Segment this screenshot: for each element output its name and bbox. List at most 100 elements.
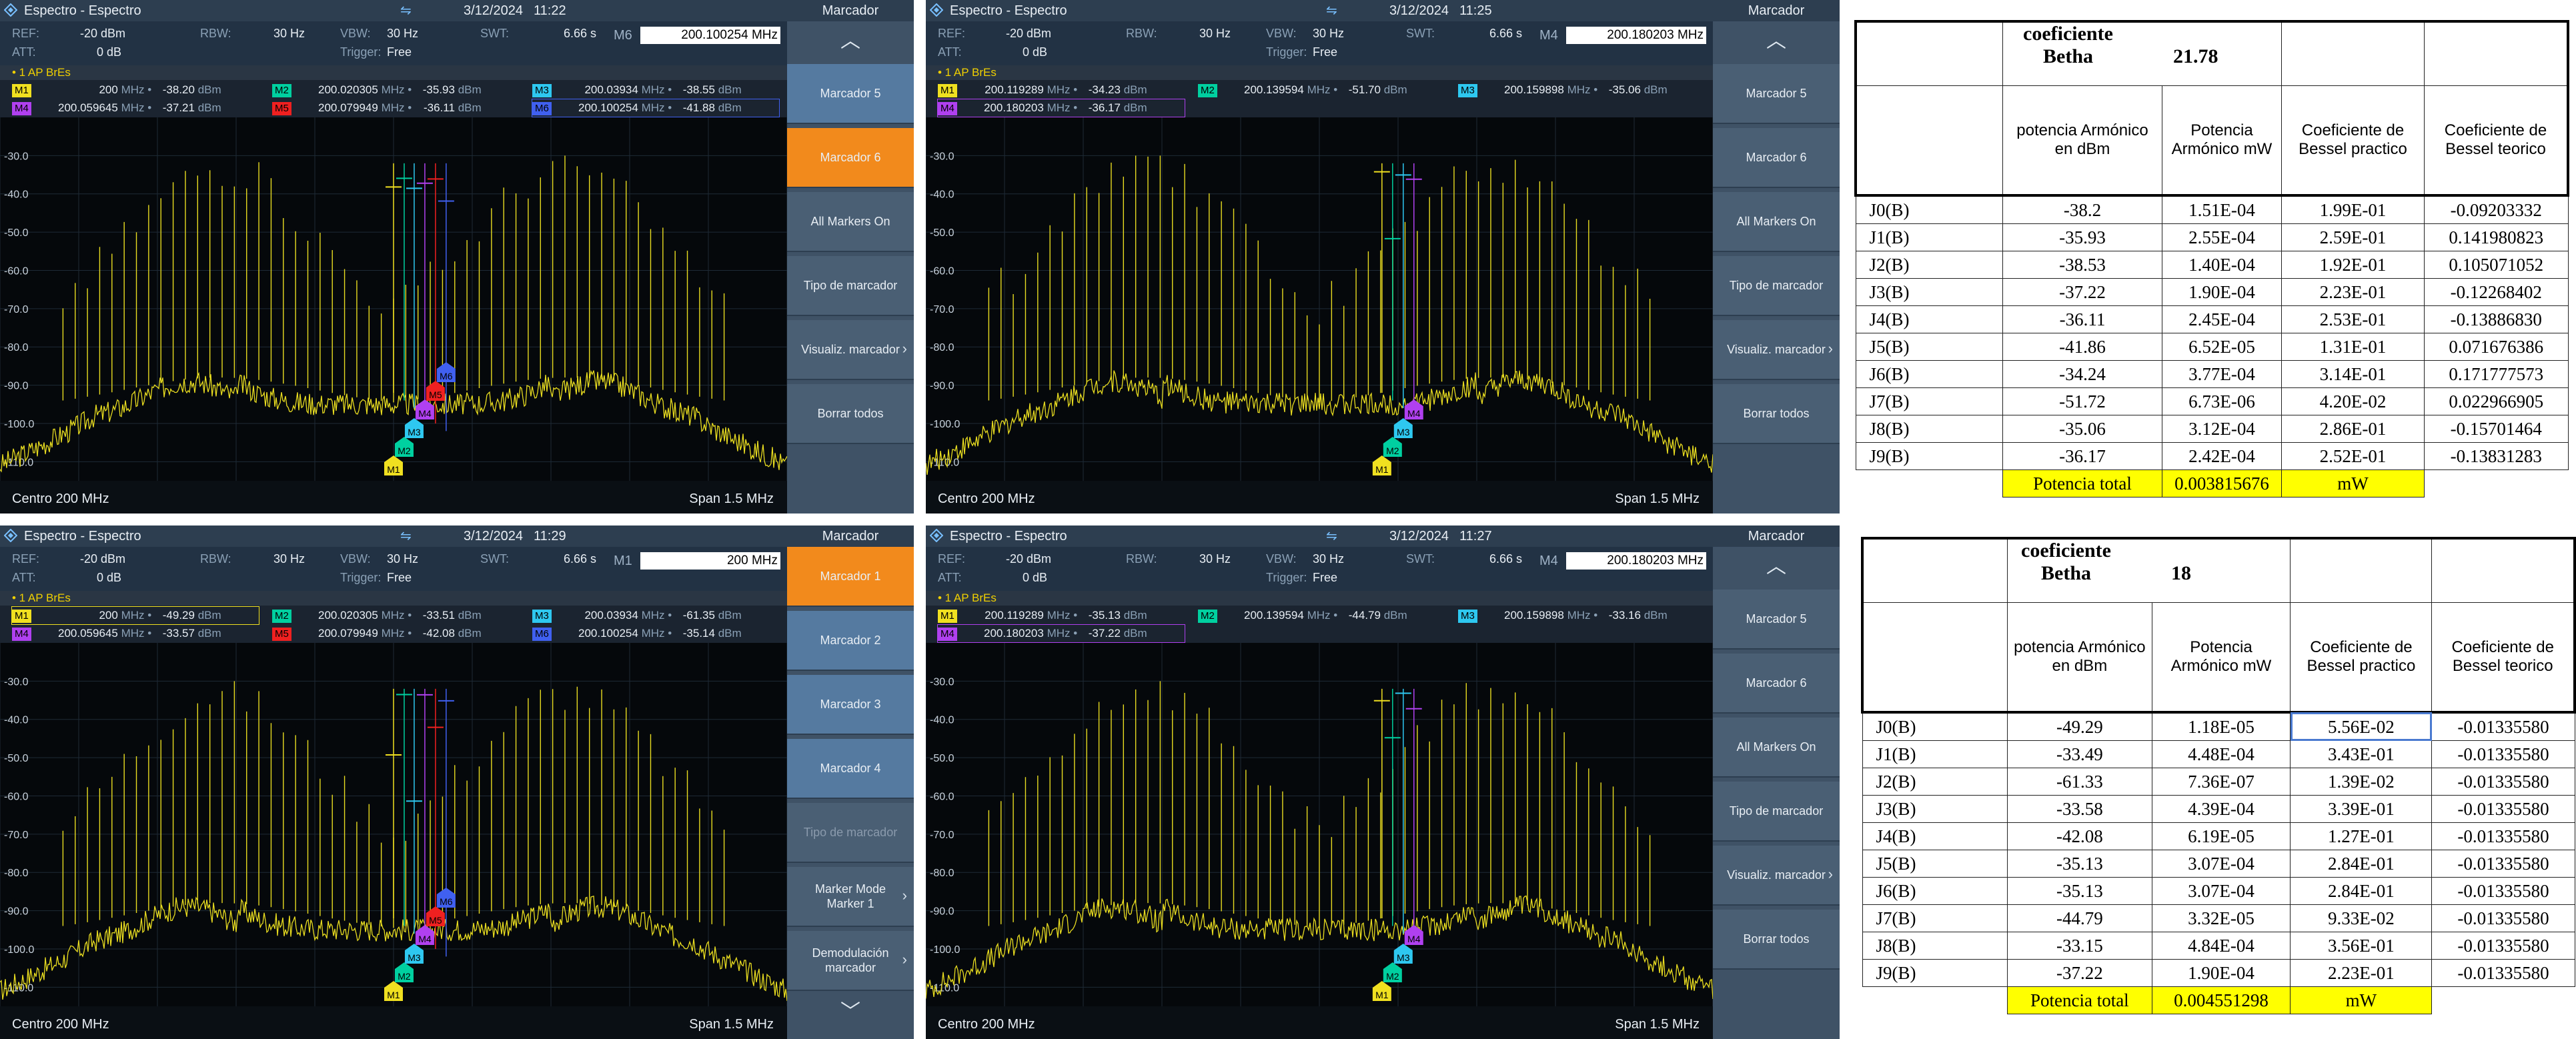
- scroll-up-icon[interactable]: ︿: [1713, 547, 1840, 587]
- marker-level: -38.55: [682, 83, 715, 96]
- softkey-visualiz-marcador[interactable]: Visualiz. marcador ›: [787, 320, 914, 380]
- scroll-up-icon[interactable]: ︿: [1713, 21, 1840, 61]
- marker-readout[interactable]: M3 200.03934 MHz • -38.55 dBm: [532, 81, 742, 99]
- ref-value: -20 dBm: [80, 552, 126, 566]
- marker-flag[interactable]: M2: [1383, 962, 1402, 982]
- marker-readout[interactable]: M2 200.020305 MHz • -33.51 dBm: [272, 607, 482, 624]
- marker-entry-value[interactable]: 200.100254 MHz: [640, 27, 780, 44]
- spectrum-panel-bottom-left: Espectro - Espectro ⇋ 3/12/2024 11:29 RE…: [0, 526, 914, 1039]
- softkey-demodulaci-n-marcador[interactable]: Demodulación marcador ›: [787, 931, 914, 991]
- softkey-all-markers-on[interactable]: All Markers On: [787, 192, 914, 252]
- marker-level: -35.93: [422, 83, 455, 96]
- panel-title: Espectro - Espectro: [950, 3, 1067, 18]
- softkey-marcador-2[interactable]: Marcador 2: [787, 611, 914, 671]
- marker-flag-label: M2: [1386, 971, 1399, 982]
- marker-entry-value[interactable]: 200 MHz: [640, 552, 780, 570]
- softkey-visualiz-marcador[interactable]: Visualiz. marcador ›: [1713, 320, 1840, 380]
- marker-flag[interactable]: M6: [436, 888, 456, 908]
- marker-entry-field[interactable]: M4 200.180203 MHz: [1539, 552, 1710, 570]
- spectrum-plot[interactable]: -30.0 -40.0 -50.0 -60.0 -70.0 -80.0 -90.0 -100.…: [926, 117, 1713, 481]
- marker-flag[interactable]: M3: [404, 944, 424, 964]
- marker-flag[interactable]: M4: [415, 399, 434, 419]
- marker-readout[interactable]: M2 200.139594 MHz • -44.79 dBm: [1198, 607, 1407, 624]
- marker-readout[interactable]: M4 200.180203 MHz • -37.22 dBm: [937, 624, 1185, 643]
- softkey-marcador-5[interactable]: Marcador 5: [1713, 590, 1840, 650]
- table-cell[interactable]: 5.56E-02: [2290, 712, 2433, 741]
- softkey-marcador-3[interactable]: Marcador 3: [787, 675, 914, 735]
- softkey-borrar-todos[interactable]: Borrar todos: [787, 384, 914, 444]
- marker-readout[interactable]: M6 200.100254 MHz • -35.14 dBm: [532, 625, 742, 642]
- marker-flag[interactable]: M5: [426, 906, 445, 926]
- softkey-marcador-4[interactable]: Marcador 4: [787, 739, 914, 799]
- att-label: ATT:: [938, 45, 962, 59]
- softkey-marcador-6[interactable]: Marcador 6: [1713, 654, 1840, 714]
- marker-flag[interactable]: M3: [1393, 944, 1413, 964]
- marker-readout[interactable]: M2 200.020305 MHz • -35.93 dBm: [272, 81, 482, 99]
- softkey-visualiz-marcador[interactable]: Visualiz. marcador ›: [1713, 846, 1840, 906]
- marker-flag[interactable]: M2: [394, 962, 414, 982]
- softkey-marcador-6[interactable]: Marcador 6: [1713, 128, 1840, 188]
- marker-readout[interactable]: M3 200.03934 MHz • -61.35 dBm: [532, 607, 742, 624]
- marker-entry-field[interactable]: M4 200.180203 MHz: [1539, 27, 1710, 44]
- softkey-marker-mode-marker-1[interactable]: Marker Mode Marker 1 ›: [787, 867, 914, 927]
- softkey-tipo-de-marcador[interactable]: Tipo de marcador: [1713, 782, 1840, 842]
- softkey-tipo-de-marcador[interactable]: Tipo de marcador: [1713, 256, 1840, 316]
- marker-flag[interactable]: M2: [394, 437, 414, 457]
- ref-label: REF:: [12, 27, 40, 40]
- marker-flag[interactable]: M1: [384, 981, 403, 1001]
- softkey-all-markers-on[interactable]: All Markers On: [1713, 192, 1840, 252]
- marker-flag[interactable]: M6: [436, 362, 456, 382]
- spectrum-plot[interactable]: -30.0 -40.0 -50.0 -60.0 -70.0 -80.0 -90.0 -100.…: [0, 643, 787, 1006]
- y-tick-label: -60.0: [930, 265, 954, 277]
- marker-readout[interactable]: M3 200.159898 MHz • -35.06 dBm: [1458, 81, 1668, 99]
- marker-flag[interactable]: M3: [404, 418, 424, 438]
- spectrum-plot[interactable]: -30.0 -40.0 -50.0 -60.0 -70.0 -80.0 -90.0 -100.…: [0, 117, 787, 481]
- marker-entry-value[interactable]: 200.180203 MHz: [1566, 552, 1706, 570]
- softkey-borrar-todos[interactable]: Borrar todos: [1713, 384, 1840, 444]
- marker-entry-field[interactable]: M6 200.100254 MHz: [614, 27, 784, 44]
- marker-readout[interactable]: M6 200.100254 MHz • -41.88 dBm: [532, 99, 780, 117]
- marker-readout[interactable]: M3 200.159898 MHz • -33.16 dBm: [1458, 607, 1668, 624]
- marker-flag[interactable]: M1: [384, 455, 403, 475]
- softkey-tipo-de-marcador[interactable]: Tipo de marcador: [787, 803, 914, 863]
- marker-readout[interactable]: M4 200.059645 MHz • -33.57 dBm: [12, 625, 221, 642]
- marker-readout[interactable]: M5 200.079949 MHz • -42.08 dBm: [272, 625, 482, 642]
- marker-readout[interactable]: M4 200.059645 MHz • -37.21 dBm: [12, 99, 221, 117]
- marker-flag[interactable]: M1: [1372, 455, 1391, 475]
- marker-flag[interactable]: M4: [1404, 925, 1423, 945]
- marker-entry-field[interactable]: M1 200 MHz: [614, 552, 784, 570]
- spectrum-plot[interactable]: -30.0 -40.0 -50.0 -60.0 -70.0 -80.0 -90.0 -100.…: [926, 643, 1713, 1006]
- softkey-marcador-5[interactable]: Marcador 5: [787, 64, 914, 124]
- marker-readout[interactable]: M1 200.119289 MHz • -34.23 dBm: [938, 81, 1147, 99]
- marker-flag[interactable]: M5: [426, 381, 445, 401]
- marker-flag[interactable]: M3: [1393, 418, 1413, 438]
- row-label: J0(B): [1855, 195, 2003, 224]
- softkey-marcador-6[interactable]: Marcador 6: [787, 128, 914, 188]
- marker-readout[interactable]: M5 200.079949 MHz • -36.11 dBm: [272, 99, 482, 117]
- marker-freq-unit: MHz: [1307, 83, 1331, 96]
- settings-bar: REF: -20 dBm RBW: 30 Hz VBW: 30 Hz SWT: …: [926, 547, 1713, 591]
- att-label: ATT:: [12, 45, 36, 59]
- marker-entry-value[interactable]: 200.180203 MHz: [1566, 27, 1706, 44]
- marker-readout[interactable]: M1 200 MHz • -38.20 dBm: [12, 81, 221, 99]
- marker-readout[interactable]: M1 200.119289 MHz • -35.13 dBm: [938, 607, 1147, 624]
- marker-readout[interactable]: M2 200.139594 MHz • -51.70 dBm: [1198, 81, 1407, 99]
- scroll-up-icon[interactable]: ︿: [787, 21, 914, 61]
- softkey-borrar-todos[interactable]: Borrar todos: [1713, 910, 1840, 970]
- marker-flag[interactable]: M2: [1383, 437, 1402, 457]
- marker-readout[interactable]: M1 200 MHz • -49.29 dBm: [11, 606, 259, 625]
- swt-value: 6.66 s: [1489, 27, 1523, 40]
- scroll-down-icon[interactable]: ﹀: [787, 992, 914, 1032]
- softkey-tipo-de-marcador[interactable]: Tipo de marcador: [787, 256, 914, 316]
- marker-tag: M2: [1198, 609, 1217, 623]
- marker-flag[interactable]: M4: [1404, 399, 1423, 419]
- marker-flag[interactable]: M1: [1372, 981, 1391, 1001]
- softkey-marcador-5[interactable]: Marcador 5: [1713, 64, 1840, 124]
- marker-softkey-panel: Marcador ︿ Marcador 5 Marcador 6 All Marker…: [787, 0, 914, 513]
- marker-readout[interactable]: M4 200.180203 MHz • -36.17 dBm: [937, 99, 1185, 117]
- header-dbm: potencia Armónico en dBm: [2007, 602, 2152, 714]
- softkey-all-markers-on[interactable]: All Markers On: [1713, 718, 1840, 778]
- softkey-marcador-1[interactable]: Marcador 1: [787, 547, 914, 607]
- table-cell: 1.31E-01: [2281, 333, 2425, 361]
- empty-cell: [2424, 20, 2569, 86]
